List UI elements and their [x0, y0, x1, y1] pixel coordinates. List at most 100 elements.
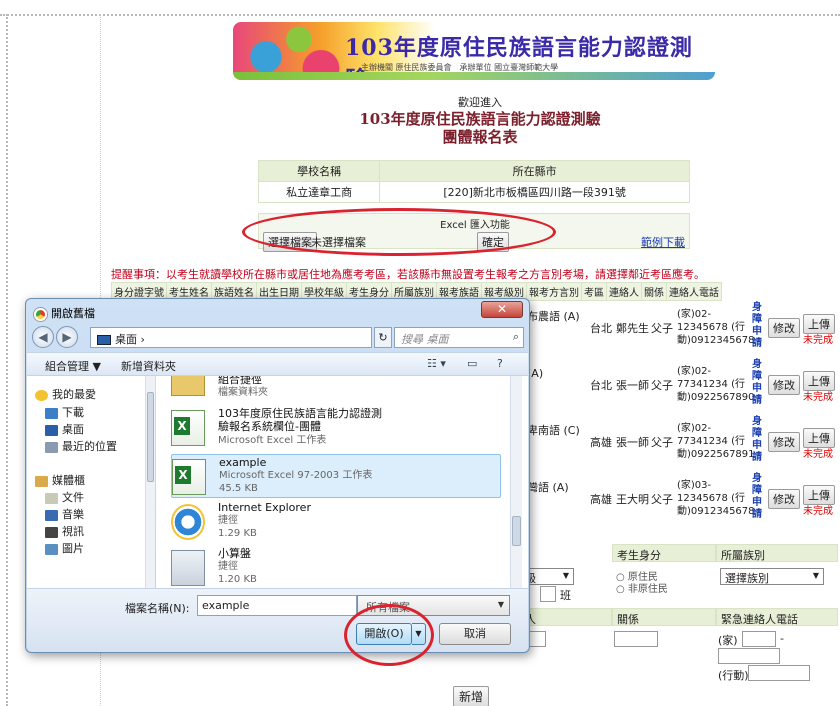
forward-arrow-icon[interactable]: ▶ [56, 326, 78, 348]
file-type: Microsoft Excel 工作表 [218, 435, 327, 446]
nav-recent[interactable]: 最近的位置 [45, 438, 117, 454]
disability-apply-link[interactable]: 身障申請 [752, 302, 764, 350]
school-name-header: 學校名稱 [257, 160, 381, 182]
refresh-icon[interactable]: ↻ [374, 327, 392, 348]
recent-places-icon [45, 441, 58, 453]
view-options-icon[interactable]: ☷ ▾ [427, 357, 446, 370]
highlight-oval-excel [242, 208, 556, 256]
table-row: 邵語(A) 台北 張一師 父子 (家)02-77341234 (行動)09225… [505, 357, 835, 414]
nav-label: 音樂 [62, 508, 84, 521]
banner-hills-graphic [233, 72, 715, 80]
row-phone: (家)02-77341234 (行動)0922567890 [677, 366, 755, 403]
relation-input[interactable] [614, 631, 658, 647]
phone-dash: - [780, 632, 784, 645]
dialog-close-button[interactable]: ✕ [481, 301, 523, 318]
table-row: 東排灣語 (A) 高雄 王大明 父子 (家)03-12345678 (行動)09… [505, 471, 835, 528]
edit-button[interactable]: 修改 [768, 318, 800, 338]
disability-apply-link[interactable]: 身障申請 [752, 473, 764, 521]
video-icon [45, 526, 58, 538]
desktop-icon [45, 424, 58, 436]
sample-download-link[interactable]: 範例下載 [641, 234, 685, 250]
row-contact: 鄭先生 [616, 322, 649, 335]
radio-non-indigenous[interactable]: ○ 非原住民 [616, 580, 668, 595]
internet-explorer-icon [171, 504, 205, 540]
school-location: [220]新北市板橋區四川路一段391號 [379, 181, 690, 203]
school-location-header: 所在縣市 [379, 160, 690, 182]
emergency-phone-header: 緊急連絡人電話 [716, 608, 838, 626]
cancel-button[interactable]: 取消 [439, 623, 511, 645]
col-header: 考區 [581, 282, 607, 301]
search-input[interactable]: 搜尋 桌面 ⌕ [394, 327, 524, 348]
nav-favorites[interactable]: 我的最愛 [35, 386, 96, 402]
nav-label: 我的最愛 [52, 388, 96, 401]
col-header: 關係 [641, 282, 667, 301]
file-item[interactable]: Internet Explorer 捷徑 1.29 KB [171, 500, 501, 546]
back-arrow-icon[interactable]: ◀ [32, 326, 54, 348]
add-examinee-button[interactable]: 新增 [453, 686, 490, 706]
navigation-pane: 我的最愛 下載 桌面 最近的位置 媒體櫃 文件 音樂 視訊 圖片 [27, 376, 155, 588]
organize-menu[interactable]: 組合管理 ▼ [45, 358, 101, 374]
excel-file-icon [171, 410, 205, 446]
row-contact: 張一師 [616, 436, 649, 449]
edit-button[interactable]: 修改 [768, 489, 800, 509]
registration-rows: 卓群布農語 (A) 台北 鄭先生 父子 (家)02-12345678 (行動)0… [505, 300, 835, 528]
identity-header: 考生身分 [612, 544, 716, 562]
nav-label: 圖片 [62, 542, 84, 555]
row-contact: 張一師 [616, 379, 649, 392]
nav-libraries[interactable]: 媒體櫃 [35, 472, 85, 488]
nav-label: 桌面 [62, 423, 84, 436]
edit-button[interactable]: 修改 [768, 432, 800, 452]
nav-music[interactable]: 音樂 [45, 506, 84, 522]
nav-desktop[interactable]: 桌面 [45, 421, 84, 437]
preview-pane-icon[interactable]: ▭ [467, 357, 477, 370]
home-area-code-input[interactable] [742, 631, 776, 647]
home-phone-input[interactable] [718, 648, 780, 664]
nav-video[interactable]: 視訊 [45, 523, 84, 539]
col-header: 連絡人 [606, 282, 642, 301]
search-placeholder: 搜尋 桌面 [401, 333, 449, 346]
file-list-scrollbar-thumb[interactable] [512, 516, 521, 546]
class-input[interactable] [540, 586, 556, 602]
nav-downloads[interactable]: 下載 [45, 404, 84, 420]
page-subtitle: 團體報名表 [442, 128, 518, 146]
status-text: 未完成 [803, 392, 833, 403]
address-input[interactable]: 桌面 › [90, 327, 372, 348]
library-icon [35, 475, 48, 487]
nav-label: 下載 [62, 406, 84, 419]
dialog-address-bar: ◀ ▶ 桌面 › ↻ 搜尋 桌面 ⌕ [32, 325, 524, 349]
file-type: 檔案資料夾 [218, 387, 268, 398]
row-area: 高雄 [590, 493, 612, 506]
disability-apply-link[interactable]: 身障申請 [752, 416, 764, 464]
page-border-top [0, 14, 840, 16]
file-list-scrollbar[interactable] [510, 376, 522, 588]
school-name: 私立達章工商 [257, 181, 381, 203]
nav-pictures[interactable]: 圖片 [45, 540, 84, 556]
calculator-icon [171, 550, 205, 586]
new-folder-button[interactable]: 新增資料夾 [121, 358, 176, 374]
file-size: 1.20 KB [218, 574, 257, 585]
nav-documents[interactable]: 文件 [45, 489, 84, 505]
tribe-select[interactable]: 選擇族別 [720, 568, 824, 585]
edit-button[interactable]: 修改 [768, 375, 800, 395]
file-item[interactable]: 小算盤 捷徑 1.20 KB [171, 546, 501, 588]
file-item[interactable]: 組合捷徑 檔案資料夾 [171, 376, 501, 402]
mobile-phone-input[interactable] [748, 665, 810, 681]
file-type: 捷徑 [218, 515, 238, 526]
file-item[interactable]: 103年度原住民族語言能力認證測 驗報名系統欄位-團體 Microsoft Ex… [171, 406, 501, 452]
help-icon[interactable]: ? [497, 357, 503, 370]
nav-label: 文件 [62, 491, 84, 504]
status-text: 未完成 [803, 506, 833, 517]
file-item-selected[interactable]: example Microsoft Excel 97-2003 工作表 45.5… [171, 454, 501, 498]
nav-scrollbar-thumb[interactable] [147, 392, 154, 482]
col-header: 連絡人電話 [666, 282, 722, 301]
status-text: 未完成 [803, 335, 833, 346]
filename-input[interactable]: example [197, 595, 357, 616]
nav-scrollbar[interactable] [145, 376, 155, 588]
file-name: 組合捷徑 [218, 376, 262, 386]
row-area: 台北 [590, 322, 612, 335]
disability-apply-link[interactable]: 身障申請 [752, 359, 764, 407]
row-phone: (家)02-77341234 (行動)0922567891 [677, 423, 755, 460]
notice-text: 提醒事項：以考生就讀學校所在縣市或居住地為應考考區，若該縣市無設置考生報考之方言… [111, 268, 705, 281]
star-icon [35, 389, 48, 401]
exam-banner: 103年度原住民族語言能力認證測驗 主辦機關 原住民族委員會 承辦單位 國立臺灣… [233, 22, 715, 80]
